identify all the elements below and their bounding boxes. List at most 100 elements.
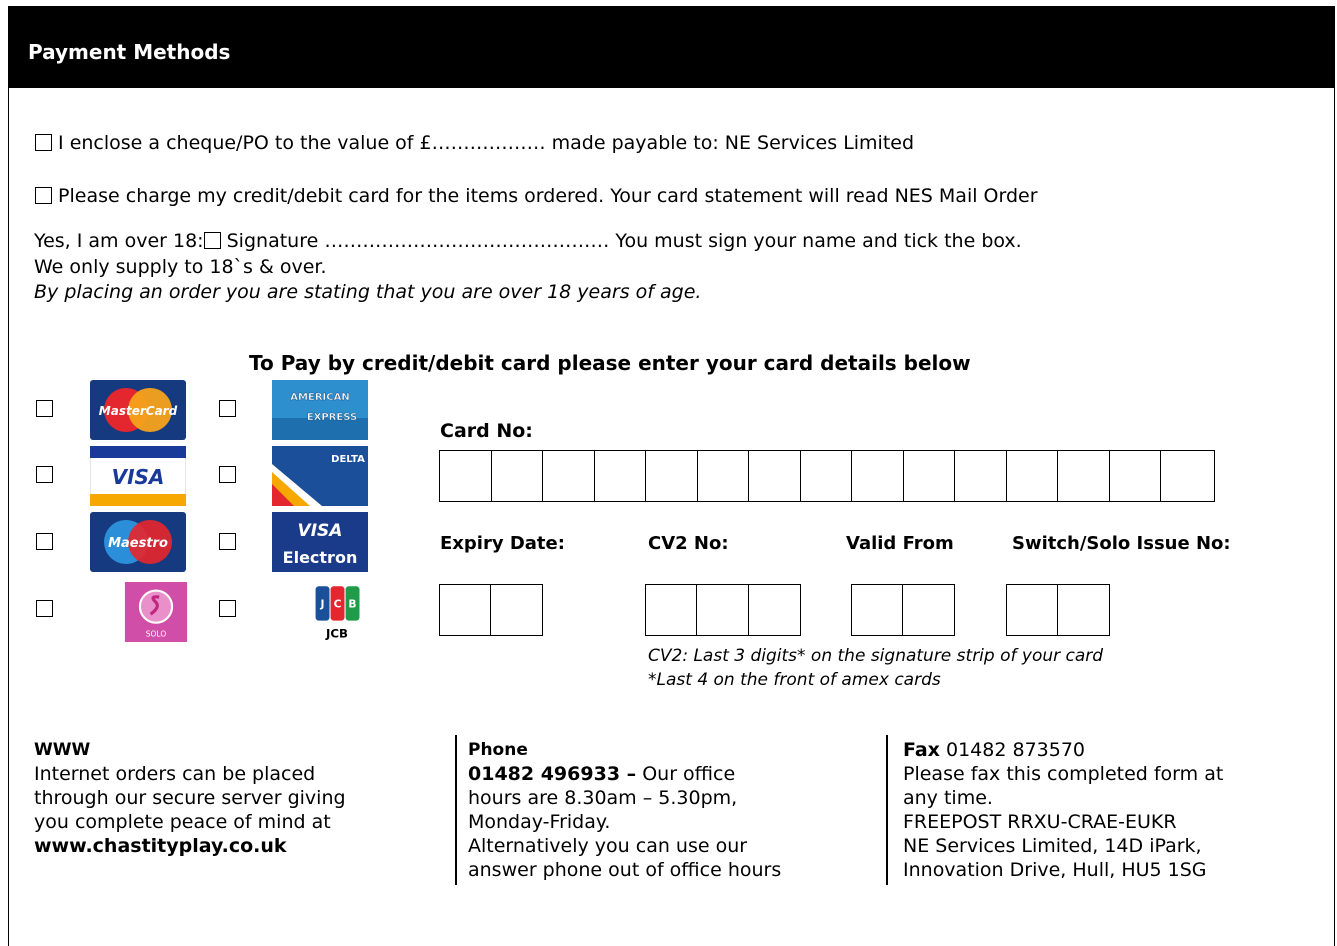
visa-logo: VISA [90,446,186,506]
age-notice: By placing an order you are stating that… [34,281,702,303]
valid-from-label: Valid From [846,533,954,554]
digit-box[interactable] [955,451,1007,501]
visa-electron-checkbox[interactable] [219,533,236,550]
digit-box[interactable] [543,451,595,501]
digit-box[interactable] [1007,585,1058,635]
svg-text:C: C [334,598,342,611]
svg-text:EXPRESS: EXPRESS [307,412,357,423]
jcb-logo: J C B JCB [304,582,370,642]
signature-line: Signature ……………………………………… You must sign … [226,230,1022,252]
phone-number: 01482 496933 – [468,763,637,785]
delta-logo-text: DELTA [331,454,365,465]
digit-box[interactable] [1110,451,1161,501]
digit-box[interactable] [646,451,698,501]
digit-box[interactable] [852,451,904,501]
digit-box[interactable] [749,585,800,635]
age-prefix: Yes, I am over 18: [34,230,204,252]
amex-logo: AMERICAN EXPRESS [272,380,368,440]
age-line: Yes, I am over 18: Signature ……………………………… [34,230,1022,252]
fax-line-3: FREEPOST RRXU-CRAE-EUKR [903,811,1177,833]
digit-box[interactable] [440,451,492,501]
column-divider-2 [886,735,888,885]
card-option: Please charge my credit/debit card for t… [35,185,1038,207]
cv2-label: CV2 No: [648,533,729,554]
digit-box[interactable] [1058,451,1110,501]
digit-box[interactable] [749,451,801,501]
phone-line-1: hours are 8.30am – 5.30pm, [468,787,738,809]
www-column: WWW Internet orders can be placed throug… [34,738,346,858]
phone-line-2: Monday-Friday. [468,811,611,833]
jcb-logo-text: JCB [325,627,348,641]
cv2-note-1: CV2: Last 3 digits* on the signature str… [648,646,1104,666]
expiry-label: Expiry Date: [440,533,565,554]
section-header: Payment Methods [8,6,1335,88]
visa-electron-logo: VISA Electron [272,512,368,572]
www-line-1: Internet orders can be placed [34,763,316,785]
column-divider-1 [455,735,457,885]
digit-box[interactable] [440,585,491,635]
issue-no-grid [1006,584,1110,636]
fax-column: Fax 01482 873570 Please fax this complet… [903,738,1223,882]
digit-box[interactable] [595,451,646,501]
maestro-logo-text: Maestro [108,536,168,551]
visa-logo-text: VISA [112,465,165,489]
visa-electron-logo-text2: Electron [283,548,358,567]
valid-from-grid [851,584,955,636]
digit-box[interactable] [852,585,903,635]
phone-hours-intro: Our office [636,763,736,785]
cv2-note-2: *Last 4 on the front of amex cards [648,670,941,690]
digit-box[interactable] [491,585,542,635]
digit-box[interactable] [697,585,749,635]
digit-box[interactable] [1058,585,1109,635]
digit-box[interactable] [492,451,543,501]
delta-logo: DELTA [272,446,368,506]
expiry-date-grid [439,584,543,636]
fax-line-5: Innovation Drive, Hull, HU5 1SG [903,859,1207,881]
digit-box[interactable] [904,451,955,501]
www-line-2: through our secure server giving [34,787,346,809]
solo-checkbox[interactable] [36,600,53,617]
svg-text:B: B [348,598,356,611]
digit-box[interactable] [698,451,749,501]
solo-logo: SOLO [124,582,188,642]
visa-checkbox[interactable] [36,466,53,483]
fax-line-2: any time. [903,787,993,809]
cv2-grid [645,584,801,636]
age-checkbox[interactable] [203,232,221,249]
digit-box[interactable] [1007,451,1058,501]
phone-heading: Phone [468,740,528,760]
card-no-label: Card No: [440,420,533,442]
fax-line: Fax 01482 873570 [903,738,1223,762]
card-checkbox[interactable] [35,187,52,204]
delta-checkbox[interactable] [219,466,236,483]
cheque-option: I enclose a cheque/PO to the value of £…… [35,132,914,154]
supply-notice: We only supply to 18`s & over. [34,256,327,278]
phone-number-line: 01482 496933 – Our office [468,762,781,786]
card-number-grid [439,450,1215,502]
visa-electron-logo-text1: VISA [298,521,343,541]
cheque-checkbox[interactable] [35,134,52,151]
mastercard-logo: MasterCard [90,380,186,440]
fax-heading: Fax [903,739,940,761]
svg-text:AMERICAN: AMERICAN [290,392,349,403]
mastercard-checkbox[interactable] [36,400,53,417]
digit-box[interactable] [801,451,852,501]
card-option-label: Please charge my credit/debit card for t… [58,185,1038,207]
website-link[interactable]: www.chastityplay.co.uk [34,834,346,858]
digit-box[interactable] [1161,451,1213,501]
amex-checkbox[interactable] [219,400,236,417]
fax-line-4: NE Services Limited, 14D iPark, [903,835,1202,857]
issue-no-label: Switch/Solo Issue No: [1012,533,1231,554]
mastercard-logo-text: MasterCard [99,404,178,418]
fax-number: 01482 873570 [939,739,1086,761]
jcb-checkbox[interactable] [219,600,236,617]
digit-box[interactable] [903,585,954,635]
www-heading: WWW [34,740,91,760]
phone-column: Phone 01482 496933 – Our office hours ar… [468,738,781,882]
cheque-option-label: I enclose a cheque/PO to the value of £…… [58,132,915,154]
digit-box[interactable] [646,585,698,635]
svg-text:J: J [320,598,325,611]
section-title: Payment Methods [28,40,231,64]
maestro-checkbox[interactable] [36,533,53,550]
maestro-logo: Maestro [90,512,186,572]
